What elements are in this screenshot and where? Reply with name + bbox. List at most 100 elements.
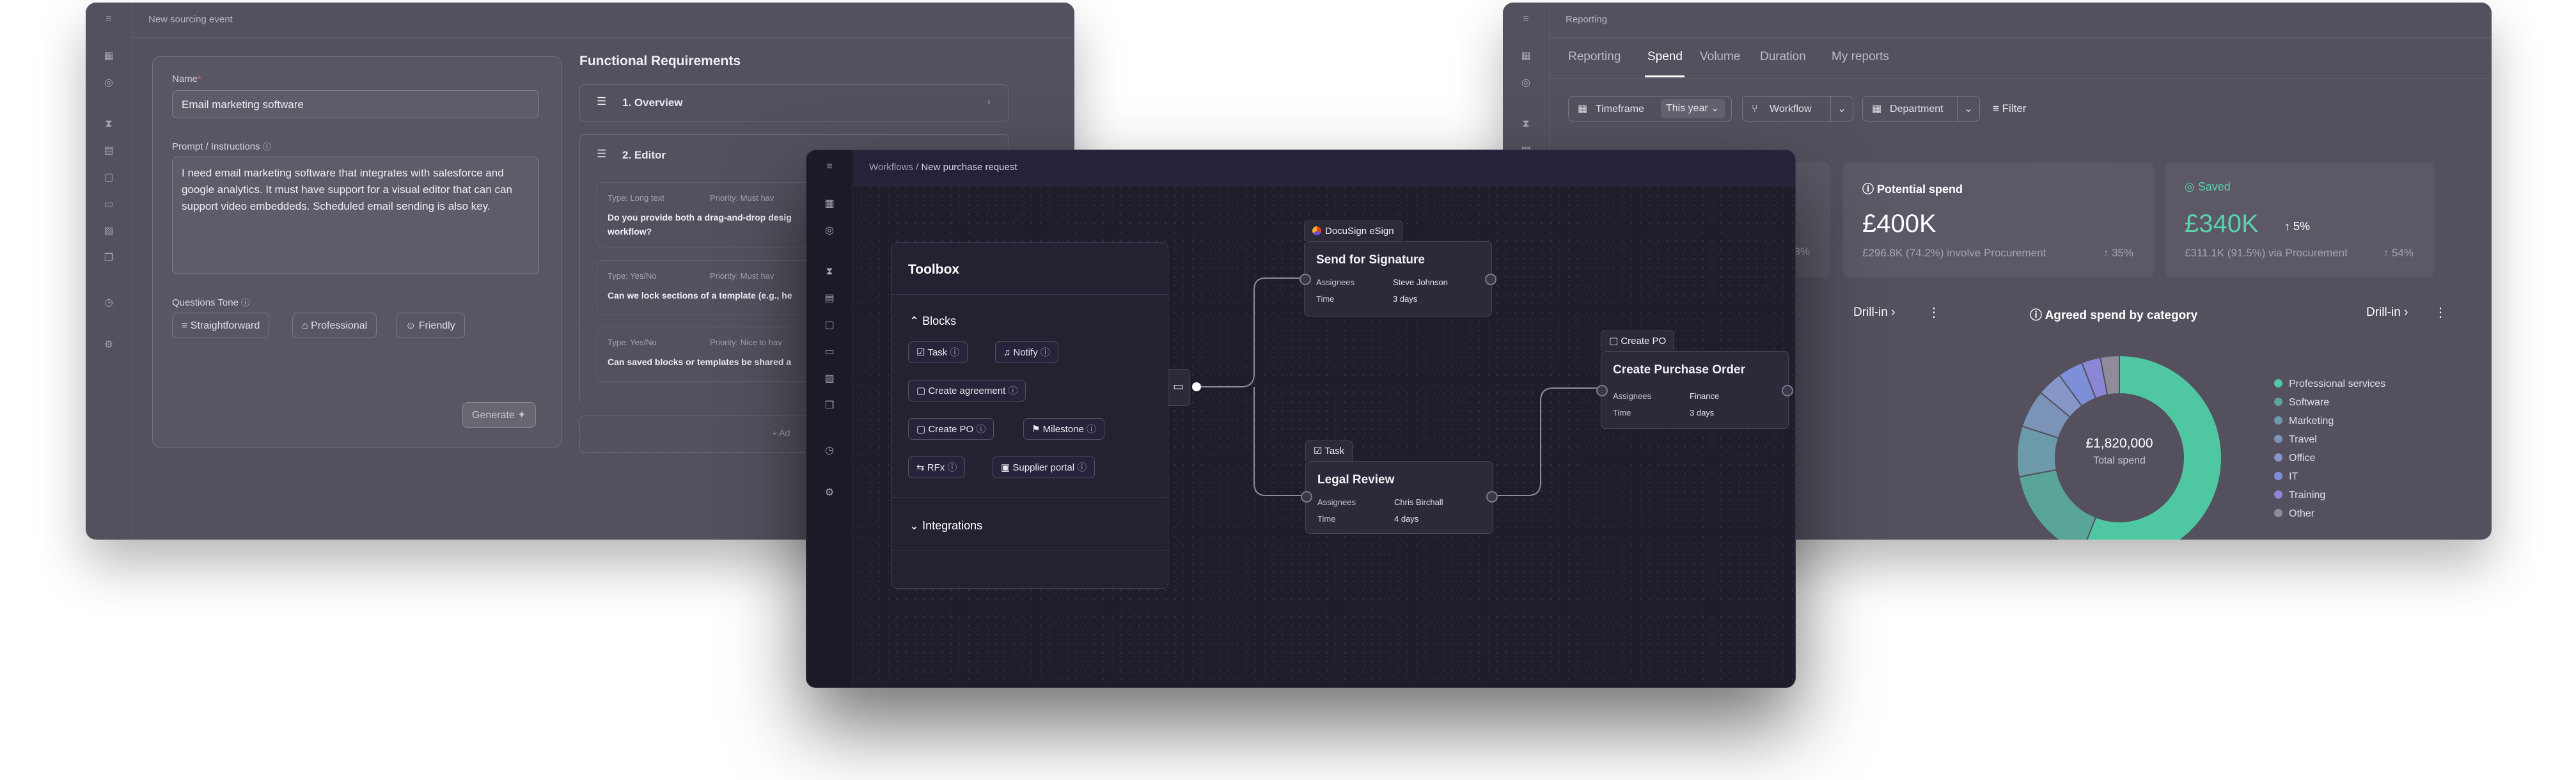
- drill-in-link[interactable]: Drill-in ›: [1853, 306, 1895, 320]
- block-create-po[interactable]: ▢ Create PO ⓘ: [908, 418, 994, 440]
- block-milestone[interactable]: ⚑ Milestone ⓘ: [1023, 418, 1105, 440]
- building-icon[interactable]: ▤: [102, 144, 115, 157]
- block-rfx[interactable]: ⇆ RFx ⓘ: [908, 456, 966, 478]
- list-icon: ☰: [597, 148, 607, 160]
- settings-icon[interactable]: ⚙: [102, 339, 115, 352]
- docusign-tag: DocuSign eSign: [1304, 221, 1402, 241]
- check-circle-icon[interactable]: ◎: [1520, 77, 1532, 90]
- tab-volume[interactable]: Volume: [1700, 50, 1740, 64]
- hourglass-icon[interactable]: ⧗: [102, 118, 115, 130]
- event-form: Name* Email marketing software Prompt / …: [152, 56, 562, 448]
- department-filter[interactable]: ▦ Department ⌄: [1862, 96, 1980, 122]
- agreed-spend-panel: ⓘ Agreed spend by category Drill-in › ⋮ …: [2008, 290, 2456, 540]
- tone-professional-button[interactable]: ⌂ Professional: [292, 313, 377, 338]
- copy-icon[interactable]: ❐: [102, 252, 115, 265]
- drill-in-link[interactable]: Drill-in ›: [2366, 306, 2408, 320]
- tone-straightforward-button[interactable]: ≡ Straightforward: [172, 313, 270, 338]
- clock-icon[interactable]: ◷: [102, 297, 115, 309]
- name-input[interactable]: Email marketing software: [172, 90, 539, 118]
- menu-icon[interactable]: ≡: [1520, 13, 1532, 26]
- tab-spend[interactable]: Spend: [1647, 50, 1683, 64]
- input-port[interactable]: [1300, 274, 1311, 285]
- document-icon[interactable]: ▢: [102, 171, 115, 184]
- divider: [891, 294, 1168, 295]
- calendar-icon[interactable]: ▦: [1520, 50, 1532, 63]
- legend-item: Other: [2274, 508, 2314, 520]
- legend-label: Training: [2289, 490, 2326, 501]
- info-icon: ⓘ: [976, 424, 986, 435]
- filter-icon: ≡: [1993, 102, 2002, 114]
- more-icon[interactable]: ⋮: [1928, 304, 1940, 320]
- blocks-section-toggle[interactable]: ⌃ Blocks: [909, 315, 956, 328]
- toolbox-panel: Toolbox ⌃ Blocks ☑ Task ⓘ ♫ Notify ⓘ ▢ C…: [891, 242, 1168, 589]
- legend-swatch: [2274, 453, 2282, 462]
- timeframe-filter[interactable]: ▦ Timeframe This year ⌄: [1568, 96, 1732, 121]
- section-overview[interactable]: ☰ 1. Overview ›: [579, 84, 1009, 121]
- tone-friendly-button[interactable]: ☺ Friendly: [396, 313, 465, 338]
- potential-spend-value: £400K: [1862, 210, 1936, 238]
- legend-label: Marketing: [2289, 416, 2334, 426]
- donut-slice-software[interactable]: [2018, 469, 2097, 540]
- generate-button[interactable]: Generate ✦: [462, 402, 536, 428]
- donut-total-label: Total spend: [2093, 455, 2146, 466]
- block-task[interactable]: ☑ Task ⓘ: [908, 341, 968, 363]
- timeframe-select[interactable]: This year ⌄: [1661, 99, 1725, 118]
- info-icon: ⓘ: [262, 142, 271, 152]
- connector-to-signature: [1197, 277, 1304, 387]
- saved-card: ◎ Saved £340K ↑ 5% £311.1K (91.5%) via P…: [2165, 162, 2434, 277]
- integrations-section-toggle[interactable]: ⌄ Integrations: [909, 519, 982, 533]
- more-icon[interactable]: ⋮: [2434, 304, 2447, 320]
- block-create-agreement[interactable]: ▢ Create agreement ⓘ: [908, 380, 1026, 402]
- report-tabs: Reporting Spend Volume Duration My repor…: [1549, 37, 2492, 79]
- legend-item: Travel: [2274, 434, 2317, 446]
- menu-icon[interactable]: ≡: [102, 13, 115, 26]
- check-circle-icon: ◎: [2185, 180, 2198, 193]
- workflow-filter[interactable]: ⑂ Workflow ⌄: [1742, 96, 1853, 122]
- calendar-icon: ▦: [1578, 104, 1588, 114]
- hourglass-icon[interactable]: ⧗: [1520, 118, 1532, 130]
- tab-duration[interactable]: Duration: [1760, 50, 1806, 64]
- page-title: New sourcing event: [132, 3, 1074, 38]
- potential-spend-card: ⓘ Potential spend £400K £296.8K (74.2%) …: [1843, 162, 2154, 277]
- input-port[interactable]: [1596, 385, 1608, 396]
- output-port[interactable]: [1782, 385, 1793, 396]
- chart-icon[interactable]: ▨: [102, 225, 115, 238]
- info-icon: ⓘ: [1040, 347, 1050, 358]
- block-notify[interactable]: ♫ Notify ⓘ: [995, 341, 1058, 363]
- prompt-label: Prompt / Instructions ⓘ: [172, 141, 271, 152]
- task-tag: ☑ Task: [1305, 441, 1353, 461]
- check-circle-icon[interactable]: ◎: [102, 77, 115, 90]
- output-port[interactable]: [1485, 274, 1496, 285]
- chevron-down-icon[interactable]: ⌄: [1957, 97, 1979, 122]
- calendar-icon[interactable]: ▦: [102, 50, 115, 63]
- connector-port[interactable]: [1192, 382, 1201, 391]
- chevron-down-icon[interactable]: ⌄: [1830, 97, 1853, 122]
- chevron-up-icon: ⌃: [909, 315, 923, 327]
- create-purchase-order-node[interactable]: Create Purchase Order Assignees Finance …: [1596, 351, 1793, 429]
- left-nav-rail: ≡ ▦ ◎ ⧗ ▤ ▢ ▭ ▨ ❐ ◷ ⚙: [86, 3, 132, 540]
- bell-icon: ♫: [1003, 347, 1014, 358]
- filter-button[interactable]: ≡ Filter: [1993, 102, 2026, 115]
- prompt-textarea[interactable]: I need email marketing software that int…: [172, 157, 539, 274]
- tab-my-reports[interactable]: My reports: [1832, 50, 1889, 64]
- output-port[interactable]: [1486, 491, 1498, 503]
- name-label: Name*: [172, 74, 201, 84]
- legal-review-node[interactable]: Legal Review Assignees Chris Birchall Ti…: [1301, 461, 1498, 534]
- connector-to-legal: [1253, 387, 1304, 496]
- info-icon: ⓘ: [2030, 309, 2045, 322]
- file-icon[interactable]: ▭: [102, 198, 115, 211]
- legend-label: Professional services: [2289, 378, 2386, 389]
- send-for-signature-node[interactable]: Send for Signature Assignees Steve Johns…: [1300, 241, 1496, 316]
- lines-icon: ≡: [182, 320, 191, 331]
- chevron-right-icon: ›: [987, 97, 991, 107]
- input-port[interactable]: [1301, 491, 1312, 503]
- active-tab-indicator: [1645, 75, 1685, 77]
- legend-label: Other: [2289, 508, 2315, 519]
- block-supplier-portal[interactable]: ▣ Supplier portal ⓘ: [993, 456, 1096, 478]
- legend-item: Marketing: [2274, 416, 2334, 427]
- info-icon: ⓘ: [1008, 386, 1018, 396]
- tab-reporting[interactable]: Reporting: [1568, 50, 1621, 64]
- rfx-icon: ⇆: [916, 462, 927, 473]
- tone-label: Questions Tone ⓘ: [172, 297, 250, 308]
- smile-icon: ☺: [405, 320, 419, 331]
